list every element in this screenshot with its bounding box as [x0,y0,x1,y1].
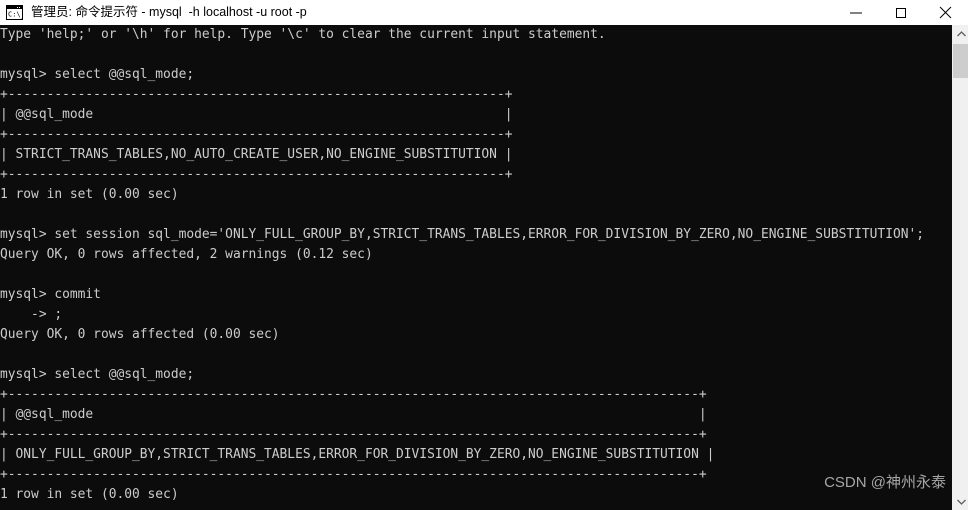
terminal-line: mysql> set session sql_mode='ONLY_FULL_G… [0,227,925,242]
terminal-line: | ONLY_FULL_GROUP_BY,STRICT_TRANS_TABLES… [0,447,715,462]
terminal-line: | @@sql_mode | [0,407,707,422]
close-button[interactable] [923,0,968,25]
terminal-line: | @@sql_mode | [0,107,513,122]
terminal-line: | STRICT_TRANS_TABLES,NO_AUTO_CREATE_USE… [0,147,513,162]
scroll-up-arrow-icon[interactable] [953,25,968,42]
console-window: C:\_ 管理员: 命令提示符 - mysql -h localhost -u … [0,0,968,510]
terminal-line: +---------------------------------------… [0,427,707,442]
svg-text:C:\_: C:\_ [8,11,23,19]
terminal-line: Query OK, 0 rows affected, 2 warnings (0… [0,247,373,262]
terminal-line: +---------------------------------------… [0,467,707,482]
scrollbar-thumb[interactable] [953,44,968,78]
terminal-text: Type 'help;' or '\h' for help. Type '\c'… [0,25,924,510]
title-bar[interactable]: C:\_ 管理员: 命令提示符 - mysql -h localhost -u … [0,0,968,25]
terminal-line: mysql> select @@sql_mode; [0,67,195,82]
terminal-line: 1 row in set (0.00 sec) [0,487,179,502]
maximize-button[interactable] [878,0,923,25]
terminal-line: 1 row in set (0.00 sec) [0,187,179,202]
vertical-scrollbar[interactable] [952,25,968,510]
title-bar-left: C:\_ 管理员: 命令提示符 - mysql -h localhost -u … [0,0,833,25]
terminal-line: mysql> commit [0,287,101,302]
terminal-line: +---------------------------------------… [0,127,513,142]
window-title: 管理员: 命令提示符 - mysql -h localhost -u root … [31,5,307,19]
terminal-line: Type 'help;' or '\h' for help. Type '\c'… [0,27,606,42]
cmd-console-icon: C:\_ [6,5,23,20]
terminal-line: mysql> select @@sql_mode; [0,367,195,382]
terminal-line: +---------------------------------------… [0,87,513,102]
minimize-button[interactable] [833,0,878,25]
terminal-line: +---------------------------------------… [0,167,513,182]
scroll-down-arrow-icon[interactable] [953,493,968,510]
terminal-output-area[interactable]: Type 'help;' or '\h' for help. Type '\c'… [0,25,952,510]
terminal-line: +---------------------------------------… [0,387,707,402]
terminal-line: -> ; [0,307,63,322]
caption-buttons [833,0,968,25]
terminal-line: Query OK, 0 rows affected (0.00 sec) [0,327,280,342]
